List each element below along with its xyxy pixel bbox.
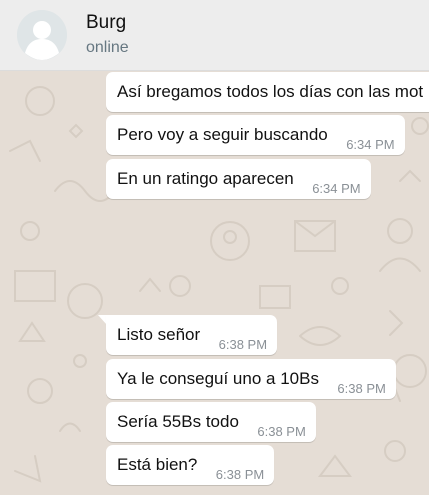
- message-timestamp: 6:38 PM: [337, 381, 386, 396]
- message-bubble[interactable]: Sería 55Bs todo 6:38 PM: [106, 402, 316, 442]
- message-text: Está bien?: [117, 455, 198, 474]
- message-bubble[interactable]: En un ratingo aparecen 6:34 PM: [106, 159, 371, 199]
- default-avatar-icon: [17, 10, 67, 60]
- message-bubble[interactable]: Ya le conseguí uno a 10Bs 6:38 PM: [106, 359, 396, 399]
- contact-avatar[interactable]: [17, 10, 67, 60]
- chat-header: Burg online: [0, 0, 429, 71]
- message-bubble[interactable]: Así bregamos todos los días con las mot: [106, 72, 429, 112]
- message-list[interactable]: Así bregamos todos los días con las mot …: [0, 71, 429, 495]
- message-bubble[interactable]: Está bien? 6:38 PM: [106, 445, 275, 485]
- message-timestamp: 6:34 PM: [346, 137, 395, 152]
- message-text: Pero voy a seguir buscando: [117, 125, 328, 144]
- contact-name[interactable]: Burg: [86, 12, 126, 34]
- message-bubble[interactable]: Pero voy a seguir buscando 6:34 PM: [106, 115, 405, 155]
- contact-status: online: [86, 39, 129, 56]
- message-timestamp: 6:38 PM: [218, 337, 268, 352]
- message-text: Listo señor: [117, 325, 201, 344]
- message-text: Sería 55Bs todo: [117, 412, 239, 431]
- message-timestamp: 6:38 PM: [257, 424, 306, 439]
- message-text: Ya le conseguí uno a 10Bs: [117, 369, 319, 388]
- message-bubble[interactable]: Listo señor 6:38 PM: [106, 315, 278, 355]
- message-timestamp: 6:38 PM: [215, 467, 265, 482]
- message-timestamp: 6:34 PM: [312, 181, 361, 196]
- message-text: Así bregamos todos los días con las mot: [117, 82, 424, 101]
- message-text: En un ratingo aparecen: [117, 169, 294, 188]
